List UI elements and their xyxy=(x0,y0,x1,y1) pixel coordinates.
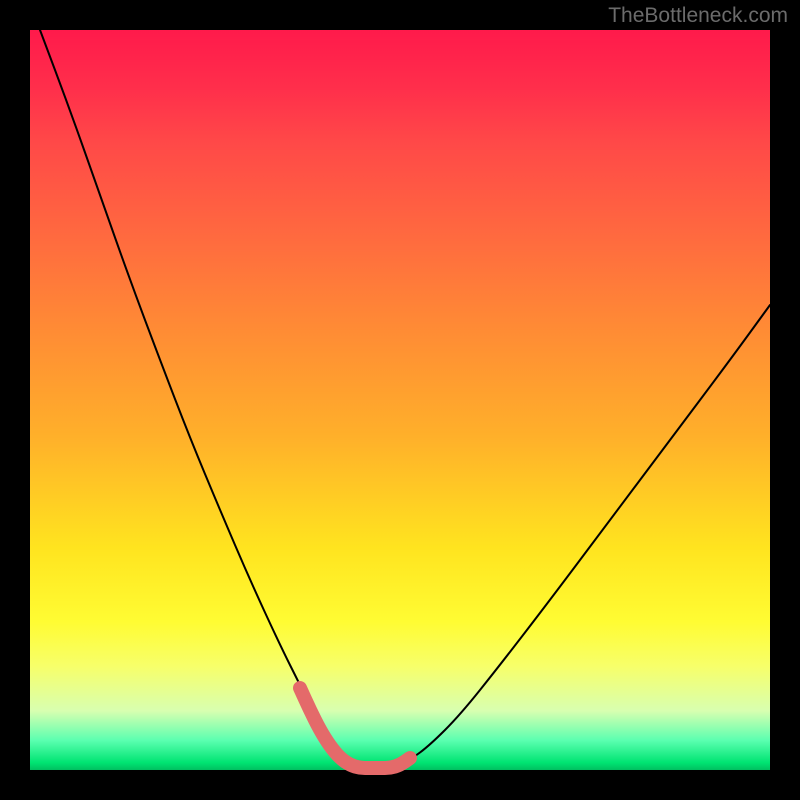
trough-highlight-curve xyxy=(300,688,410,768)
watermark-text: TheBottleneck.com xyxy=(608,4,788,28)
chart-frame: TheBottleneck.com xyxy=(0,0,800,800)
main-curve xyxy=(40,30,770,768)
curve-svg xyxy=(30,30,770,770)
plot-area xyxy=(30,30,770,770)
